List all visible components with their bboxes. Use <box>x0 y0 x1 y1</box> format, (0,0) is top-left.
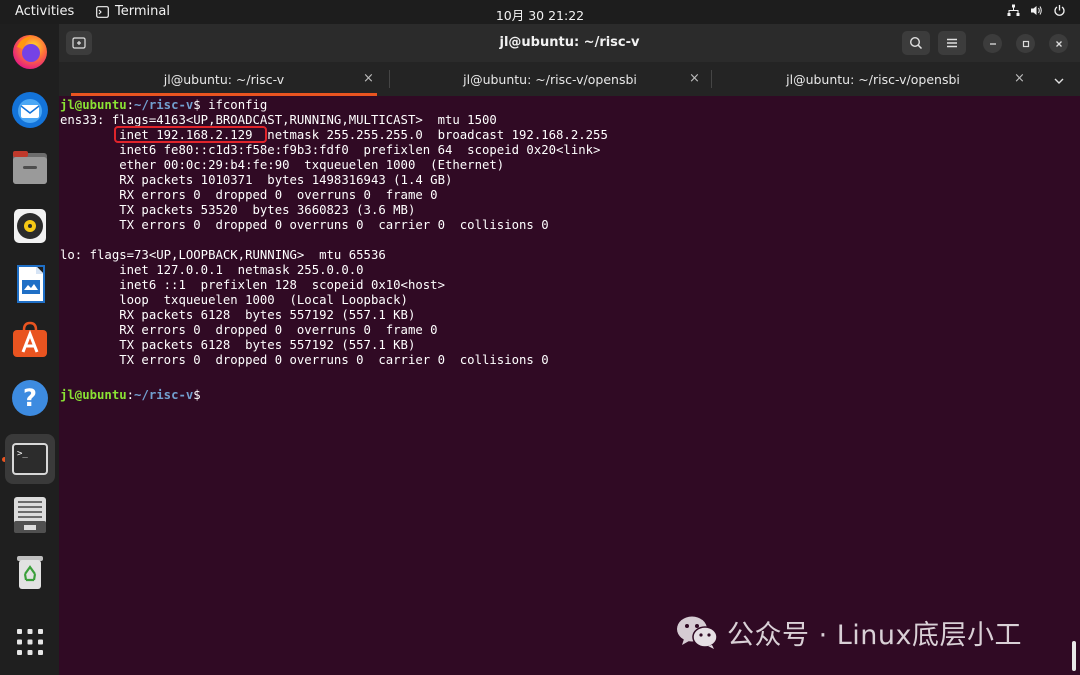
prompt-symbol: $ <box>193 98 209 112</box>
terminal-view[interactable]: jl@ubuntu:~/risc-v$ ifconfig ens33: flag… <box>59 96 1080 675</box>
minimize-icon <box>989 42 996 45</box>
window-headerbar: jl@ubuntu: ~/risc-v <box>59 24 1080 62</box>
command-text: ifconfig <box>208 98 268 112</box>
close-window-button[interactable] <box>1049 34 1068 53</box>
prompt-separator: : <box>126 98 135 112</box>
app-menu[interactable]: Terminal <box>96 4 170 19</box>
text-cursor <box>208 387 216 401</box>
dock-text-editor[interactable] <box>8 493 52 537</box>
close-icon <box>1055 40 1062 47</box>
prompt-user: jl@ubuntu <box>60 388 127 402</box>
rhythmbox-icon <box>14 209 46 243</box>
show-apps-icon <box>17 629 43 655</box>
search-button[interactable] <box>902 31 930 55</box>
dock-show-apps[interactable] <box>8 620 52 664</box>
top-bar: Activities Terminal 10月 30 21:22 <box>0 0 1080 24</box>
output-line: RX packets 6128 bytes 557192 (557.1 KB) <box>60 308 416 322</box>
svg-text:>_: >_ <box>17 449 28 459</box>
tab-close-icon[interactable]: × <box>689 71 700 86</box>
network-icon <box>1007 4 1020 16</box>
tab-1[interactable]: jl@ubuntu: ~/risc-v × <box>65 62 383 96</box>
search-icon <box>909 36 923 50</box>
svg-text:?: ? <box>23 384 37 412</box>
activities-button[interactable]: Activities <box>15 4 74 19</box>
prompt-separator: : <box>126 388 135 402</box>
prompt-user: jl@ubuntu <box>60 98 127 112</box>
dock-app-center[interactable] <box>8 318 52 362</box>
tab-label: jl@ubuntu: ~/risc-v/opensbi <box>786 72 960 87</box>
help-icon: ? <box>12 380 48 416</box>
output-line: loop txqueuelen 1000 (Local Loopback) <box>60 293 408 307</box>
wechat-icon <box>677 616 718 649</box>
app-menu-label: Terminal <box>115 4 170 19</box>
tab-3[interactable]: jl@ubuntu: ~/risc-v/opensbi × <box>712 62 1034 96</box>
menu-button[interactable] <box>938 31 966 55</box>
dock: ? >_ <box>0 24 59 675</box>
tab-overflow-button[interactable] <box>1053 72 1069 86</box>
terminal-small-icon <box>96 5 109 18</box>
output-line: inet 127.0.0.1 netmask 255.0.0.0 <box>60 263 364 277</box>
prompt-line: jl@ubuntu:~/risc-v$ <box>60 387 216 402</box>
chevron-down-icon <box>1054 78 1064 84</box>
trash-icon <box>17 556 43 589</box>
output-line: inet6 fe80::c1d3:f58e:f9b3:fdf0 prefixle… <box>60 143 601 157</box>
scrollbar[interactable] <box>1072 641 1076 671</box>
volume-icon <box>1031 6 1042 15</box>
tab-label: jl@ubuntu: ~/risc-v <box>163 72 285 87</box>
dock-terminal[interactable]: >_ <box>5 434 55 484</box>
output-line: ether 00:0c:29:b4:fe:90 txqueuelen 1000 … <box>60 158 505 172</box>
prompt-path: ~/risc-v <box>134 98 194 112</box>
watermark-text: 公众号 · Linux底层小工 <box>727 619 1022 651</box>
tab-label: jl@ubuntu: ~/risc-v/opensbi <box>463 72 637 87</box>
dock-firefox[interactable] <box>8 30 52 74</box>
prompt-line: jl@ubuntu:~/risc-v$ ifconfig <box>60 98 267 113</box>
terminal-icon: >_ <box>12 443 48 475</box>
thunderbird-icon <box>12 92 48 128</box>
output-line: RX errors 0 dropped 0 overruns 0 frame 0 <box>60 188 438 202</box>
dock-files[interactable] <box>8 146 52 190</box>
hamburger-menu-icon <box>947 38 957 48</box>
new-tab-button[interactable] <box>66 31 92 55</box>
output-line: TX packets 6128 bytes 557192 (557.1 KB) <box>60 338 416 352</box>
power-icon <box>1054 5 1065 16</box>
restore-icon <box>1022 40 1029 47</box>
prompt-path: ~/risc-v <box>134 388 194 402</box>
libreoffice-writer-icon <box>17 265 45 303</box>
dock-trash[interactable] <box>8 550 52 594</box>
output-line: RX errors 0 dropped 0 overruns 0 frame 0 <box>60 323 438 337</box>
output-line: RX packets 1010371 bytes 1498316943 (1.4… <box>60 173 453 187</box>
files-icon <box>13 151 47 184</box>
output-line: TX errors 0 dropped 0 overruns 0 carrier… <box>60 353 549 367</box>
output-line: lo: flags=73<UP,LOOPBACK,RUNNING> mtu 65… <box>60 248 386 262</box>
minimize-button[interactable] <box>983 34 1002 53</box>
tab-close-icon[interactable]: × <box>1014 71 1025 86</box>
dock-thunderbird[interactable] <box>8 88 52 132</box>
tab-close-icon[interactable]: × <box>363 71 374 86</box>
app-center-icon <box>13 321 47 357</box>
firefox-icon <box>13 35 47 69</box>
text-editor-icon <box>14 497 46 533</box>
new-tab-icon <box>72 37 86 49</box>
tab-bar: jl@ubuntu: ~/risc-v × jl@ubuntu: ~/risc-… <box>59 62 1080 96</box>
prompt-symbol: $ <box>193 388 209 402</box>
ip-highlight-annotation <box>114 126 267 143</box>
output-line: TX packets 53520 bytes 3660823 (3.6 MB) <box>60 203 416 217</box>
tab-2[interactable]: jl@ubuntu: ~/risc-v/opensbi × <box>390 62 710 96</box>
window-title: jl@ubuntu: ~/risc-v <box>499 35 640 50</box>
system-tray[interactable] <box>1007 4 1066 17</box>
output-line: inet6 ::1 prefixlen 128 scopeid 0x10<hos… <box>60 278 445 292</box>
output-line: TX errors 0 dropped 0 overruns 0 carrier… <box>60 218 549 232</box>
watermark: 公众号 · Linux底层小工 <box>675 612 1022 652</box>
dock-rhythmbox[interactable] <box>8 204 52 248</box>
clock[interactable]: 10月 30 21:22 <box>496 8 584 23</box>
dock-writer[interactable] <box>8 262 52 306</box>
dock-help[interactable]: ? <box>8 376 52 420</box>
maximize-button[interactable] <box>1016 34 1035 53</box>
